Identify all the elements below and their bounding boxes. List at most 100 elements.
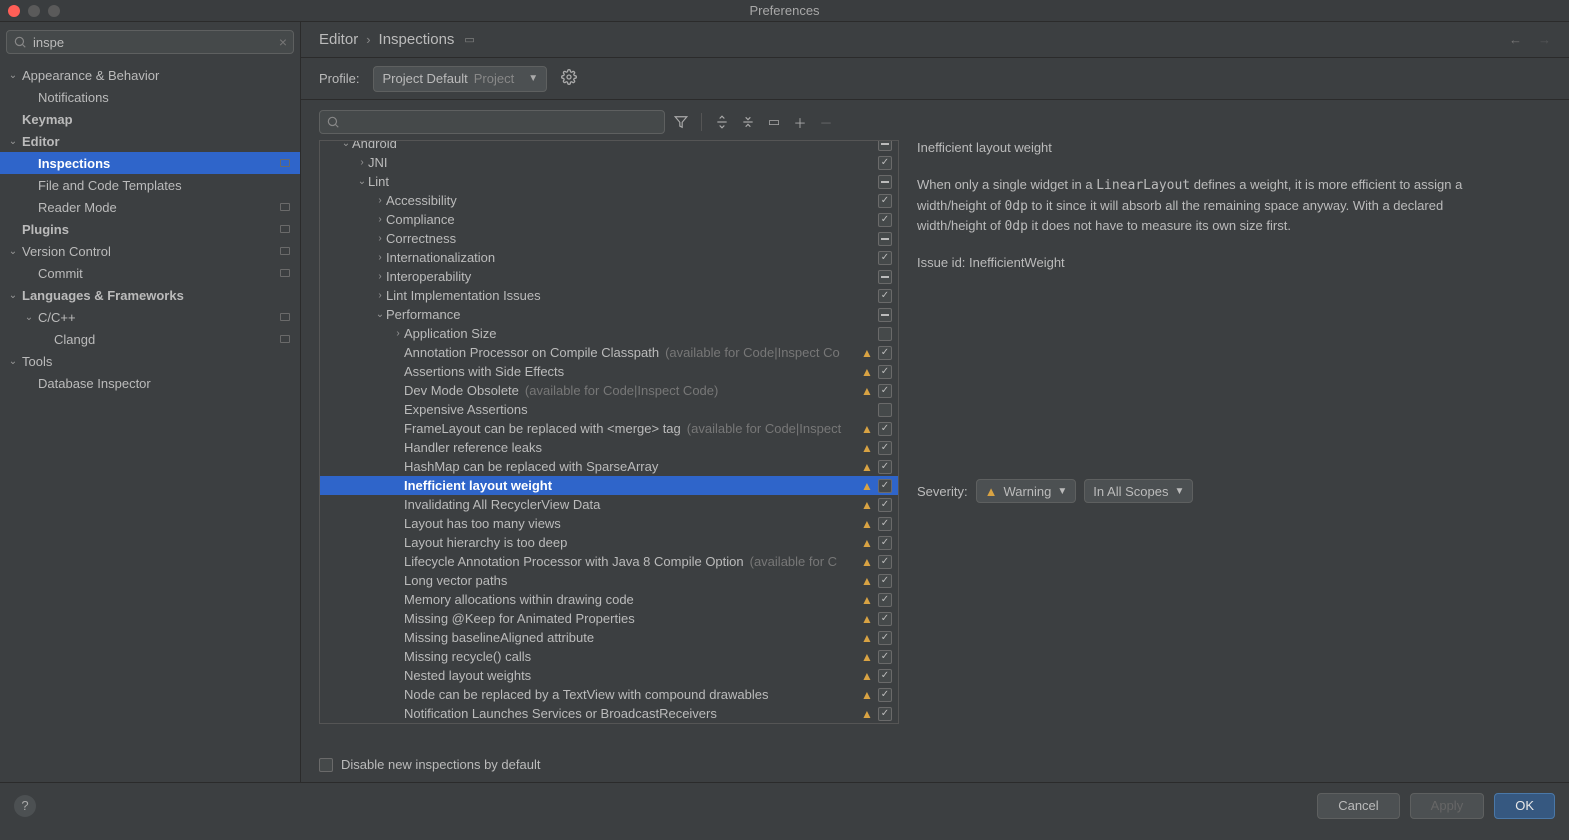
ok-button[interactable]: OK (1494, 793, 1555, 819)
inspection-checkbox[interactable] (878, 517, 892, 531)
inspection-row[interactable]: ›Compliance (320, 210, 898, 229)
inspection-row[interactable]: Inefficient layout weight▲ (320, 476, 898, 495)
gear-icon[interactable] (561, 69, 577, 88)
inspection-checkbox[interactable] (878, 441, 892, 455)
sidebar-item-clangd[interactable]: Clangd (0, 328, 300, 350)
inspection-search-input[interactable] (319, 110, 665, 134)
inspection-row[interactable]: ⌄Android (320, 141, 898, 153)
inspection-row[interactable]: HashMap can be replaced with SparseArray… (320, 457, 898, 476)
sidebar-item-reader-mode[interactable]: Reader Mode (0, 196, 300, 218)
sidebar-item-notifications[interactable]: Notifications (0, 86, 300, 108)
sidebar-item-editor[interactable]: ⌄Editor (0, 130, 300, 152)
add-icon[interactable]: ＋ (790, 112, 810, 132)
sidebar-item-database-inspector[interactable]: Database Inspector (0, 372, 300, 394)
inspection-checkbox[interactable] (878, 270, 892, 284)
inspection-checkbox[interactable] (878, 688, 892, 702)
inspection-checkbox[interactable] (878, 460, 892, 474)
inspection-row[interactable]: Layout has too many views▲ (320, 514, 898, 533)
inspection-checkbox[interactable] (878, 384, 892, 398)
inspection-checkbox[interactable] (878, 327, 892, 341)
sidebar-item-file-and-code-templates[interactable]: File and Code Templates (0, 174, 300, 196)
severity-combo[interactable]: ▲ Warning ▼ (976, 479, 1077, 503)
disable-new-inspections-checkbox[interactable] (319, 758, 333, 772)
inspection-checkbox[interactable] (878, 141, 892, 151)
reset-icon[interactable]: ▭ (764, 112, 784, 132)
inspection-row[interactable]: ›JNI (320, 153, 898, 172)
inspection-row[interactable]: Nested layout weights▲ (320, 666, 898, 685)
profile-combo[interactable]: Project Default Project ▼ (373, 66, 547, 92)
inspection-checkbox[interactable] (878, 251, 892, 265)
window-maximize-button[interactable] (48, 5, 60, 17)
inspection-row[interactable]: Lifecycle Annotation Processor with Java… (320, 552, 898, 571)
inspection-checkbox[interactable] (878, 175, 892, 189)
breadcrumb-editor[interactable]: Editor (319, 31, 358, 48)
nav-back-icon[interactable]: ← (1509, 32, 1522, 47)
inspection-checkbox[interactable] (878, 365, 892, 379)
inspection-checkbox[interactable] (878, 593, 892, 607)
inspection-checkbox[interactable] (878, 669, 892, 683)
inspection-row[interactable]: ›Interoperability (320, 267, 898, 286)
inspection-row[interactable]: Missing baselineAligned attribute▲ (320, 628, 898, 647)
scope-combo[interactable]: In All Scopes ▼ (1084, 479, 1193, 503)
sidebar-item-plugins[interactable]: Plugins (0, 218, 300, 240)
inspection-checkbox[interactable] (878, 289, 892, 303)
sidebar-search-field[interactable] (27, 35, 279, 50)
inspection-checkbox[interactable] (878, 612, 892, 626)
cancel-button[interactable]: Cancel (1317, 793, 1399, 819)
inspection-row[interactable]: ›Accessibility (320, 191, 898, 210)
apply-button[interactable]: Apply (1410, 793, 1485, 819)
inspection-checkbox[interactable] (878, 194, 892, 208)
inspection-row[interactable]: Long vector paths▲ (320, 571, 898, 590)
inspection-checkbox[interactable] (878, 536, 892, 550)
inspection-checkbox[interactable] (878, 498, 892, 512)
sidebar-item-inspections[interactable]: Inspections (0, 152, 300, 174)
inspection-row[interactable]: Dev Mode Obsolete(available for Code|Ins… (320, 381, 898, 400)
inspection-checkbox[interactable] (878, 403, 892, 417)
inspection-row[interactable]: ›Internationalization (320, 248, 898, 267)
inspection-row[interactable]: Missing recycle() calls▲ (320, 647, 898, 666)
inspection-row[interactable]: ›Application Size (320, 324, 898, 343)
inspection-checkbox[interactable] (878, 213, 892, 227)
inspection-row[interactable]: Memory allocations within drawing code▲ (320, 590, 898, 609)
inspection-row[interactable]: ⌄Performance (320, 305, 898, 324)
sidebar-item-appearance-behavior[interactable]: ⌄Appearance & Behavior (0, 64, 300, 86)
inspection-row[interactable]: ›Correctness (320, 229, 898, 248)
inspection-row[interactable]: ›Lint Implementation Issues (320, 286, 898, 305)
inspection-row[interactable]: Assertions with Side Effects▲ (320, 362, 898, 381)
sidebar-item-keymap[interactable]: Keymap (0, 108, 300, 130)
sidebar-item-c-c-[interactable]: ⌄C/C++ (0, 306, 300, 328)
collapse-all-icon[interactable] (738, 112, 758, 132)
window-minimize-button[interactable] (28, 5, 40, 17)
inspection-row[interactable]: Annotation Processor on Compile Classpat… (320, 343, 898, 362)
expand-all-icon[interactable] (712, 112, 732, 132)
inspection-row[interactable]: Node can be replaced by a TextView with … (320, 685, 898, 704)
inspection-row[interactable]: FrameLayout can be replaced with <merge>… (320, 419, 898, 438)
inspection-checkbox[interactable] (878, 574, 892, 588)
sidebar-search-input[interactable]: × (6, 30, 294, 54)
help-button[interactable]: ? (14, 795, 36, 817)
inspection-checkbox[interactable] (878, 555, 892, 569)
inspection-checkbox[interactable] (878, 631, 892, 645)
inspection-checkbox[interactable] (878, 707, 892, 721)
inspection-checkbox[interactable] (878, 156, 892, 170)
inspection-row[interactable]: Invalidating All RecyclerView Data▲ (320, 495, 898, 514)
inspection-row[interactable]: Missing @Keep for Animated Properties▲ (320, 609, 898, 628)
inspection-row[interactable]: Layout hierarchy is too deep▲ (320, 533, 898, 552)
inspection-row[interactable]: Expensive Assertions (320, 400, 898, 419)
inspection-row[interactable]: Notification Launches Services or Broadc… (320, 704, 898, 723)
inspection-checkbox[interactable] (878, 650, 892, 664)
sidebar-item-version-control[interactable]: ⌄Version Control (0, 240, 300, 262)
sidebar-item-commit[interactable]: Commit (0, 262, 300, 284)
nav-forward-icon[interactable]: → (1538, 32, 1551, 47)
inspection-checkbox[interactable] (878, 232, 892, 246)
inspection-checkbox[interactable] (878, 346, 892, 360)
inspection-row[interactable]: ⌄Lint (320, 172, 898, 191)
sidebar-item-languages-frameworks[interactable]: ⌄Languages & Frameworks (0, 284, 300, 306)
inspection-checkbox[interactable] (878, 308, 892, 322)
remove-icon[interactable]: － (816, 112, 836, 132)
inspection-checkbox[interactable] (878, 479, 892, 493)
window-close-button[interactable] (8, 5, 20, 17)
filter-icon[interactable] (671, 112, 691, 132)
sidebar-item-tools[interactable]: ⌄Tools (0, 350, 300, 372)
inspection-tree[interactable]: ⌄Android›JNI⌄Lint›Accessibility›Complian… (320, 141, 898, 723)
